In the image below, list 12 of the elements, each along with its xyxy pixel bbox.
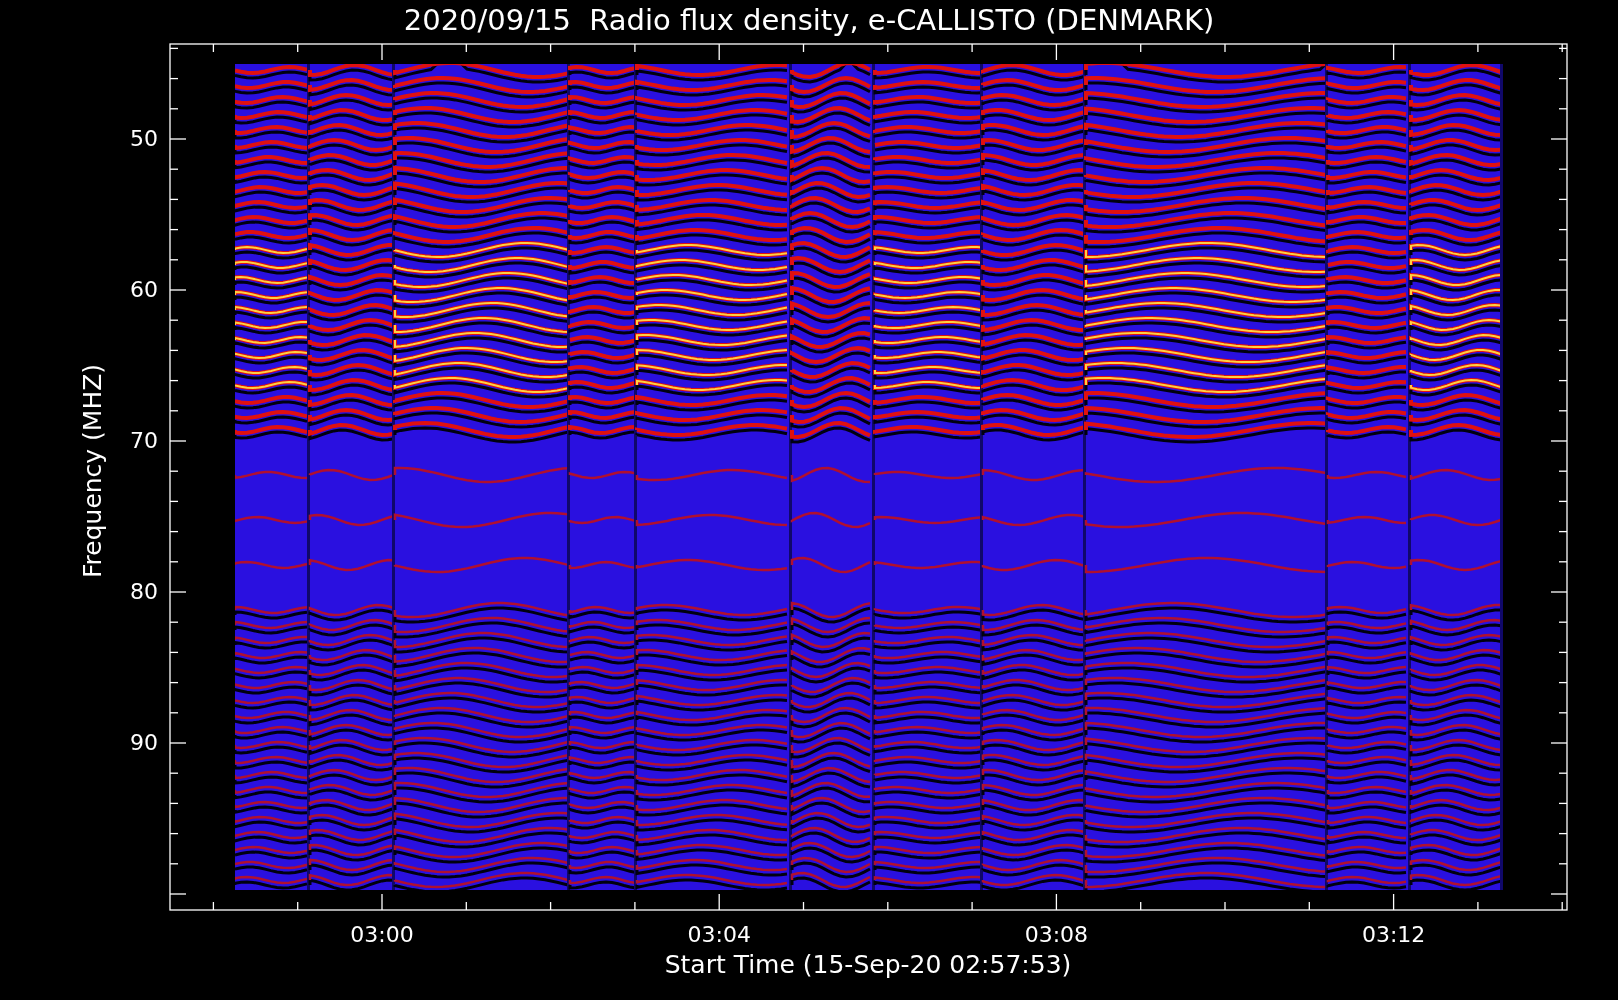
x-tick-label: 03:04: [686, 922, 752, 948]
y-tick-label: 80: [129, 579, 158, 605]
chart-title: 2020/09/15 Radio flux density, e-CALLISTO (DENMARK): [402, 2, 1216, 38]
x-axis-label: Start Time (15-Sep-20 02:57:53): [663, 950, 1073, 980]
y-axis-label: Frequency (MHZ): [78, 362, 108, 581]
x-tick-label: 03:12: [1360, 922, 1427, 948]
y-tick-label: 50: [129, 126, 158, 152]
x-tick-label: 03:08: [1023, 922, 1090, 948]
x-tick-label: 03:00: [349, 922, 415, 948]
y-tick-label: 70: [129, 428, 158, 454]
y-tick-label: 90: [129, 730, 158, 756]
y-tick-label: 60: [129, 277, 158, 303]
